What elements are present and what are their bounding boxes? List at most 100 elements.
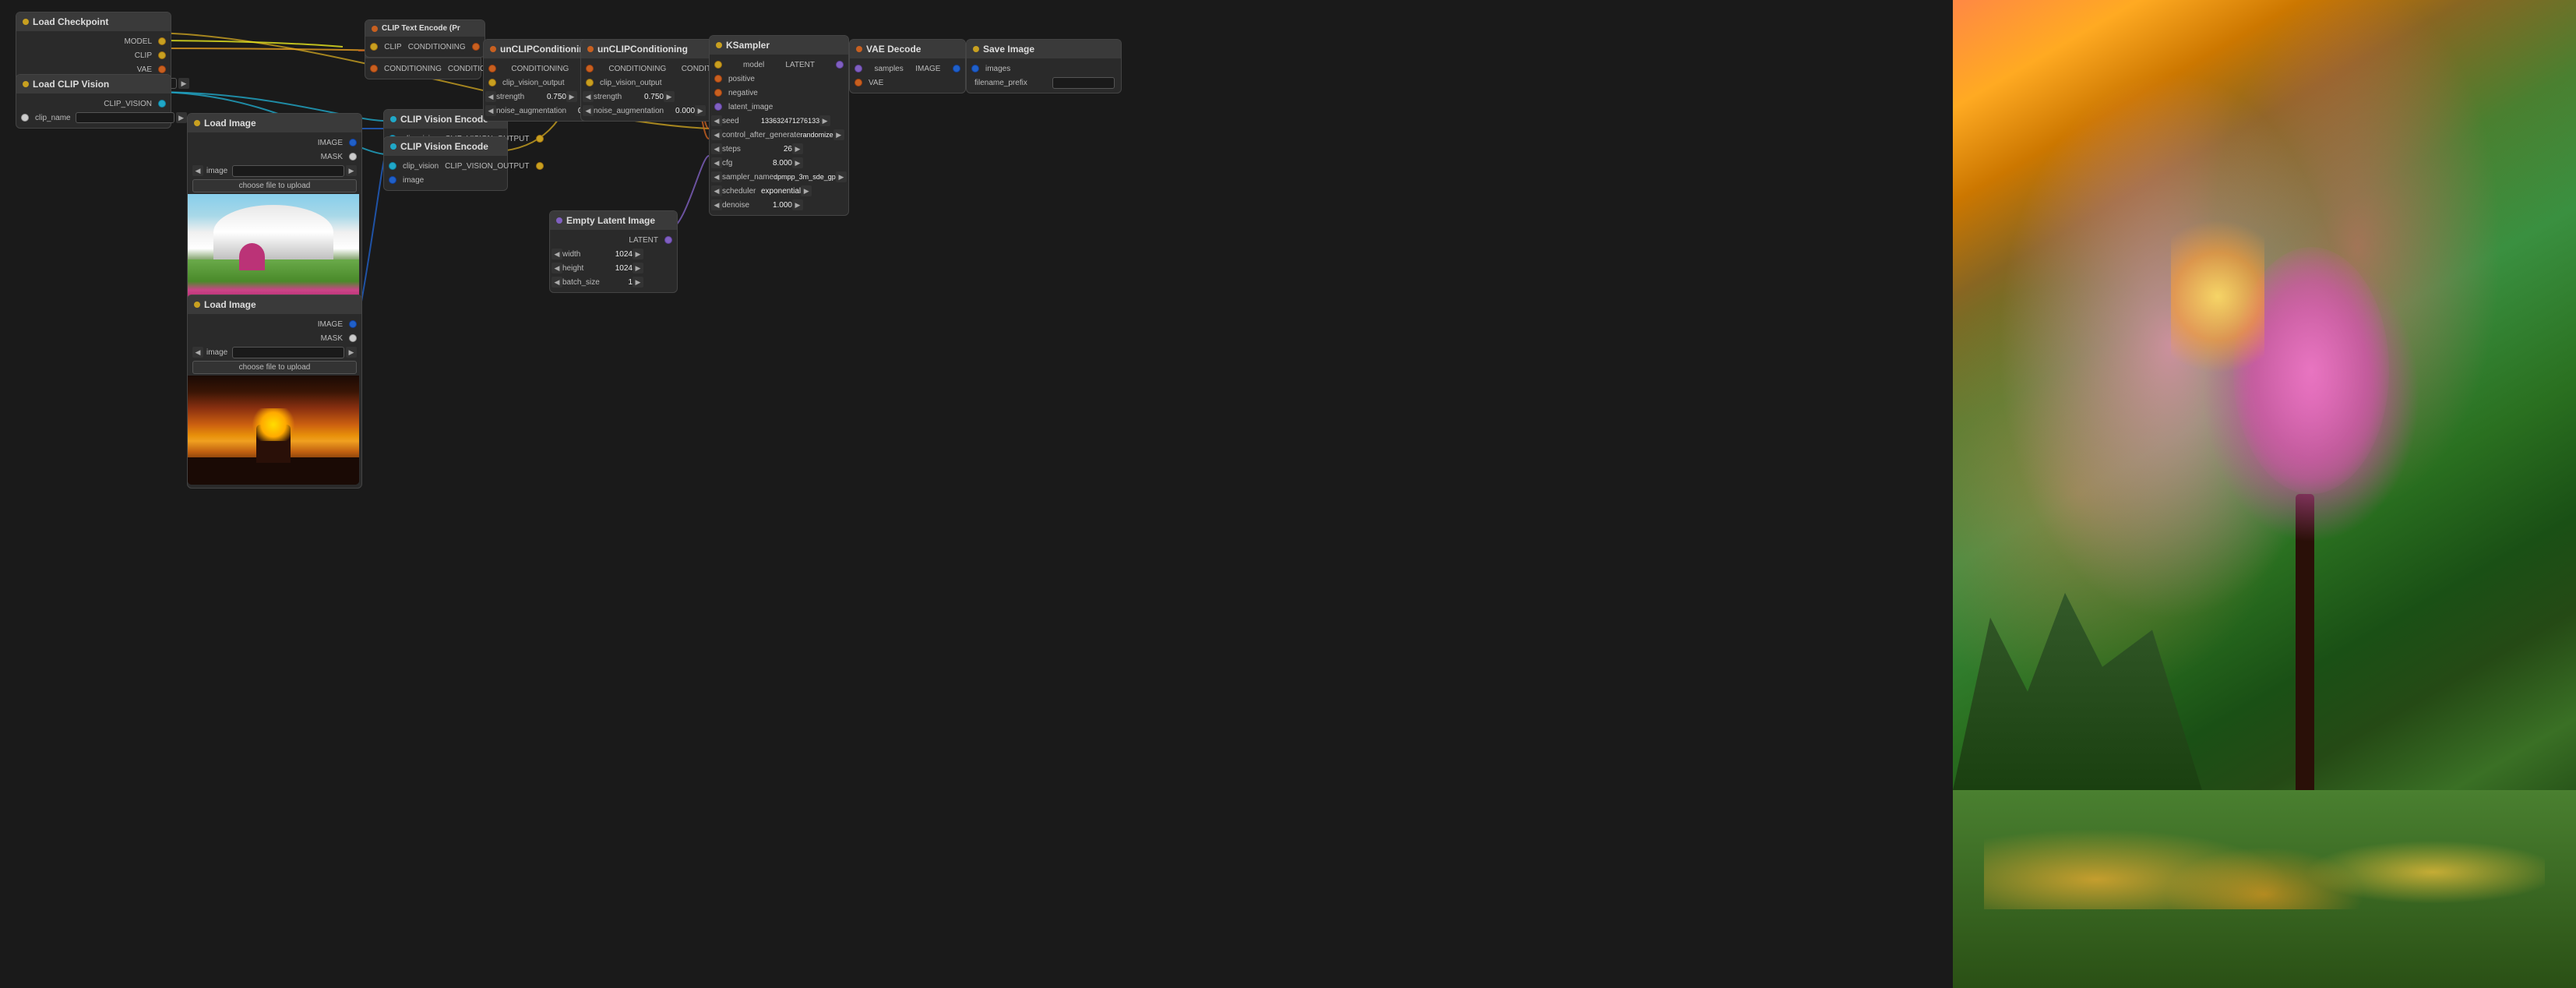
el-height-next[interactable]: ▶: [633, 263, 643, 273]
clip-vision-name-row: clip_name clip_vision_g.safetensors ▶: [16, 111, 171, 125]
cve2-out-port[interactable]: [536, 162, 544, 170]
clip-text-out-port[interactable]: [472, 43, 480, 51]
vae-port[interactable]: [158, 65, 166, 73]
ksampler-cag-row: ◀ control_after_generate randomize ▶: [710, 128, 848, 142]
node-dot: [372, 26, 378, 32]
node-dot: [856, 46, 862, 52]
model-port[interactable]: [158, 37, 166, 45]
ksampler-steps-row: ◀ steps 26 ▶: [710, 142, 848, 156]
choose-file-2-btn[interactable]: choose file to upload: [192, 361, 357, 374]
uc2-cond-in-port[interactable]: [586, 65, 594, 72]
clip-text-body: CLIP CONDITIONING: [365, 37, 485, 57]
cve1-out-port[interactable]: [536, 135, 544, 143]
node-dot: [490, 46, 496, 52]
ksampler-latent-out-label: LATENT: [785, 61, 815, 69]
mask-out-port[interactable]: [349, 153, 357, 161]
ks-cfg-prev[interactable]: ◀: [711, 157, 722, 168]
image-out-label: image: [318, 139, 343, 147]
clip-text-clip-label: CLIP: [384, 43, 401, 51]
ks-steps-next[interactable]: ▶: [792, 143, 803, 154]
el-height-prev[interactable]: ◀: [551, 263, 562, 273]
image-prev-btn[interactable]: ◀: [192, 165, 203, 176]
vae-decode-vae-in: VAE: [850, 76, 965, 90]
image2-prev-btn[interactable]: ◀: [192, 347, 203, 358]
clip-label: CLIP: [135, 51, 152, 60]
ks-scheduler-prev[interactable]: ◀: [711, 185, 722, 196]
ks-scheduler-label: scheduler: [722, 187, 761, 196]
ksampler-model-port[interactable]: [714, 61, 722, 69]
mask2-out-port[interactable]: [349, 334, 357, 342]
ks-scheduler-next[interactable]: ▶: [801, 185, 812, 196]
uc2-noise-next[interactable]: ▶: [695, 105, 706, 116]
image2-next-btn[interactable]: ▶: [346, 347, 357, 358]
image-1-file-input[interactable]: mountains.png: [232, 165, 344, 177]
image-2-file-input[interactable]: sunset.png: [232, 347, 344, 358]
uc2-vision-port[interactable]: [586, 79, 594, 86]
clip-name-input[interactable]: clip_vision_g.safetensors: [76, 112, 174, 123]
uc2-strength-prev[interactable]: ◀: [583, 91, 594, 102]
ksampler-header: KSampler: [710, 36, 848, 55]
image-out-port[interactable]: [349, 139, 357, 146]
save-filename-input[interactable]: ComfyUI: [1052, 77, 1115, 89]
ks-denoise-prev[interactable]: ◀: [711, 199, 722, 210]
image2-out-label: IMAGE: [318, 320, 343, 329]
ks-cag-prev[interactable]: ◀: [711, 129, 722, 140]
ksampler-latent-in-port[interactable]: [714, 103, 722, 111]
uc1-strength-next[interactable]: ▶: [566, 91, 577, 102]
empty-latent-node: Empty Latent Image LATENT ◀ width 1024 ▶…: [549, 210, 678, 293]
ksampler-scheduler-row: ◀ scheduler exponential ▶: [710, 184, 848, 198]
ks-cfg-next[interactable]: ▶: [792, 157, 803, 168]
uc1-noise-label: noise_augmentation: [496, 107, 566, 115]
node-dot: [23, 81, 29, 87]
load-image-2-file-row: ◀ image sunset.png ▶: [188, 345, 361, 359]
uc1-noise-prev[interactable]: ◀: [485, 105, 496, 116]
ks-cfg-value: 8.000: [761, 159, 792, 168]
uc1-strength-prev[interactable]: ◀: [485, 91, 496, 102]
node-dot: [556, 217, 562, 224]
ks-sampler-next[interactable]: ▶: [836, 171, 847, 182]
el-width-next[interactable]: ▶: [633, 249, 643, 259]
el-batch-next[interactable]: ▶: [633, 277, 643, 288]
ks-cag-next[interactable]: ▶: [833, 129, 844, 140]
load-checkpoint-title: Load Checkpoint: [33, 16, 108, 27]
clip-port[interactable]: [158, 51, 166, 59]
ks-seed-prev[interactable]: ◀: [711, 115, 722, 126]
load-image-1-title: Load Image: [204, 118, 256, 129]
image-next-btn[interactable]: ▶: [346, 165, 357, 176]
vae-decode-vae-port[interactable]: [855, 79, 862, 86]
ks-seed-next[interactable]: ▶: [819, 115, 830, 126]
save-image-title: Save Image: [983, 44, 1034, 55]
clip-name-btn[interactable]: ▶: [176, 112, 187, 123]
clip-vision-port[interactable]: [158, 100, 166, 108]
vae-decode-samples-port[interactable]: [855, 65, 862, 72]
ksampler-node: KSampler model LATENT positive negative …: [709, 35, 849, 216]
checkpoint-clip-output: CLIP: [16, 48, 171, 62]
ks-sampler-prev[interactable]: ◀: [711, 171, 722, 182]
vae-decode-out-port[interactable]: [953, 65, 960, 72]
save-images-port[interactable]: [971, 65, 979, 72]
ksampler-latent-port[interactable]: [836, 61, 844, 69]
load-image-1-node: Load Image image MASK ◀ image mountains.…: [187, 113, 362, 307]
clip-text-clip-port[interactable]: [370, 43, 378, 51]
choose-file-1-btn[interactable]: choose file to upload: [192, 179, 357, 192]
ckpt-name-btn[interactable]: ▶: [178, 78, 189, 89]
cve2-clip-port[interactable]: [389, 162, 396, 170]
czo-in-port[interactable]: [370, 65, 378, 72]
ksampler-model-in-label: model: [743, 61, 764, 69]
uc2-strength-next[interactable]: ▶: [664, 91, 675, 102]
image2-out-port[interactable]: [349, 320, 357, 328]
ksampler-positive-port[interactable]: [714, 75, 722, 83]
uc2-noise-prev[interactable]: ◀: [583, 105, 594, 116]
empty-latent-title: Empty Latent Image: [566, 215, 655, 226]
cve2-image-port[interactable]: [389, 176, 396, 184]
ks-steps-prev[interactable]: ◀: [711, 143, 722, 154]
clip-name-in-port[interactable]: [21, 114, 29, 122]
ksampler-negative-port[interactable]: [714, 89, 722, 97]
latent-out-port[interactable]: [664, 236, 672, 244]
ks-denoise-next[interactable]: ▶: [792, 199, 803, 210]
uc1-cond-in-port[interactable]: [488, 65, 496, 72]
el-width-prev[interactable]: ◀: [551, 249, 562, 259]
vae-label: VAE: [137, 65, 152, 74]
el-batch-prev[interactable]: ◀: [551, 277, 562, 288]
uc1-vision-port[interactable]: [488, 79, 496, 86]
